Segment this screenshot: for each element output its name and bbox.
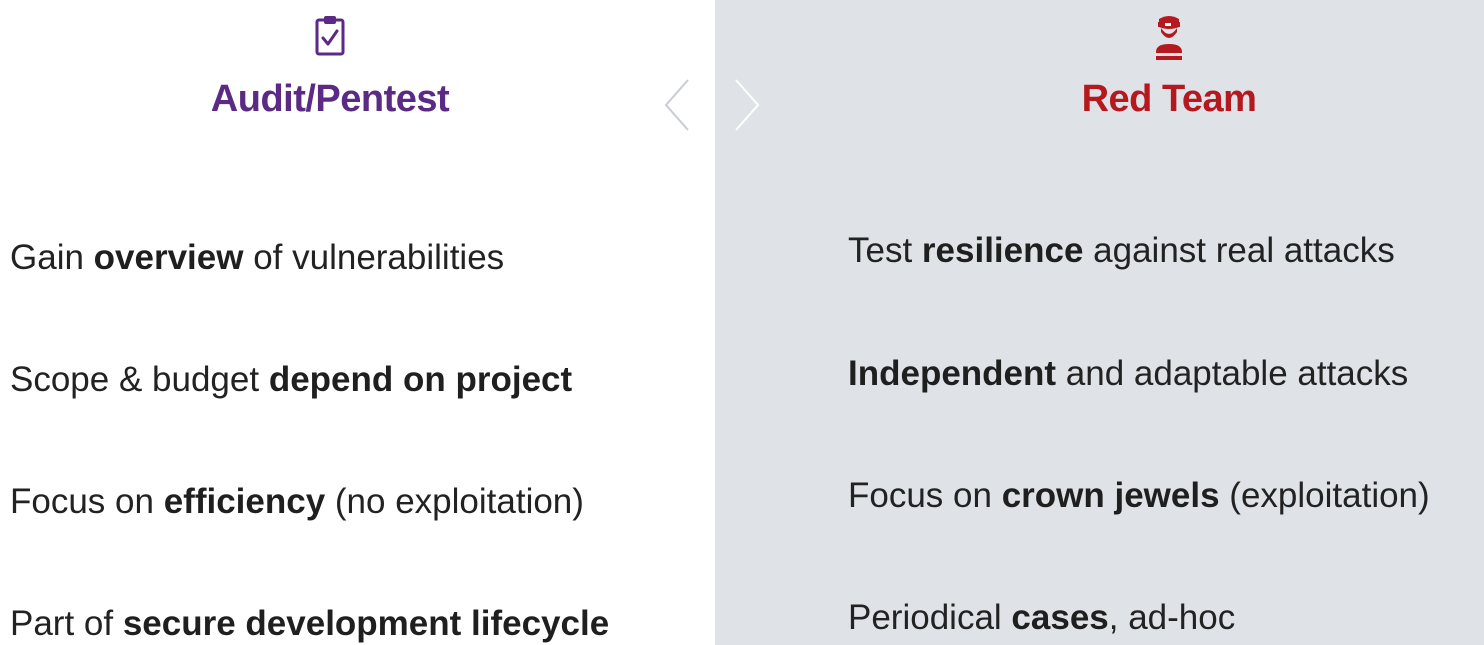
red-team-item-4: Periodical cases, ad-hoc [848, 598, 1235, 638]
item-text: Test [848, 231, 922, 270]
item-text: (no exploitation) [325, 482, 584, 521]
item-emphasis: secure development lifecycle [122, 604, 610, 643]
item-text: Gain [10, 238, 94, 277]
item-text: Scope & budget [10, 360, 269, 399]
comparison-slide: Audit/Pentest Gain overview of vulnerabi… [0, 0, 1484, 645]
audit-pentest-header: Audit/Pentest [0, 10, 660, 121]
item-text: (exploitation) [1219, 476, 1430, 515]
item-text: and adaptable attacks [1056, 354, 1409, 393]
audit-pentest-title: Audit/Pentest [210, 78, 450, 120]
item-emphasis: crown jewels [1001, 476, 1220, 515]
item-emphasis: Independent [848, 354, 1057, 393]
item-text: Periodical [848, 598, 1012, 637]
red-team-item-1: Test resilience against real attacks [848, 231, 1395, 271]
item-text: Focus on [848, 476, 1002, 515]
item-text: of vulnerabilities [243, 238, 505, 277]
clipboard-check-icon [315, 16, 345, 56]
item-emphasis: cases [1011, 598, 1109, 637]
red-team-header: Red Team [715, 10, 1484, 121]
item-emphasis: efficiency [163, 482, 326, 521]
item-text: Part of [10, 604, 123, 643]
red-team-item-3: Focus on crown jewels (exploitation) [848, 476, 1430, 516]
audit-pentest-panel: Audit/Pentest Gain overview of vulnerabi… [0, 0, 715, 645]
red-team-panel: Red Team Test resilience against real at… [715, 0, 1484, 645]
red-team-title: Red Team [1081, 78, 1257, 120]
chevron-left-icon[interactable] [656, 78, 696, 132]
audit-item-3: Focus on efficiency (no exploitation) [10, 482, 584, 522]
item-emphasis: overview [93, 238, 244, 277]
chevron-right-icon[interactable] [728, 78, 768, 132]
masked-attacker-icon [1156, 16, 1182, 60]
item-text: against real attacks [1083, 231, 1395, 270]
audit-item-2: Scope & budget depend on project [10, 360, 572, 400]
item-emphasis: resilience [921, 231, 1084, 270]
item-text: , ad-hoc [1108, 598, 1236, 637]
audit-item-4: Part of secure development lifecycle [10, 604, 609, 644]
audit-item-1: Gain overview of vulnerabilities [10, 238, 504, 278]
item-emphasis: depend on project [268, 360, 573, 399]
item-text: Focus on [10, 482, 164, 521]
red-team-item-2: Independent and adaptable attacks [848, 354, 1408, 394]
